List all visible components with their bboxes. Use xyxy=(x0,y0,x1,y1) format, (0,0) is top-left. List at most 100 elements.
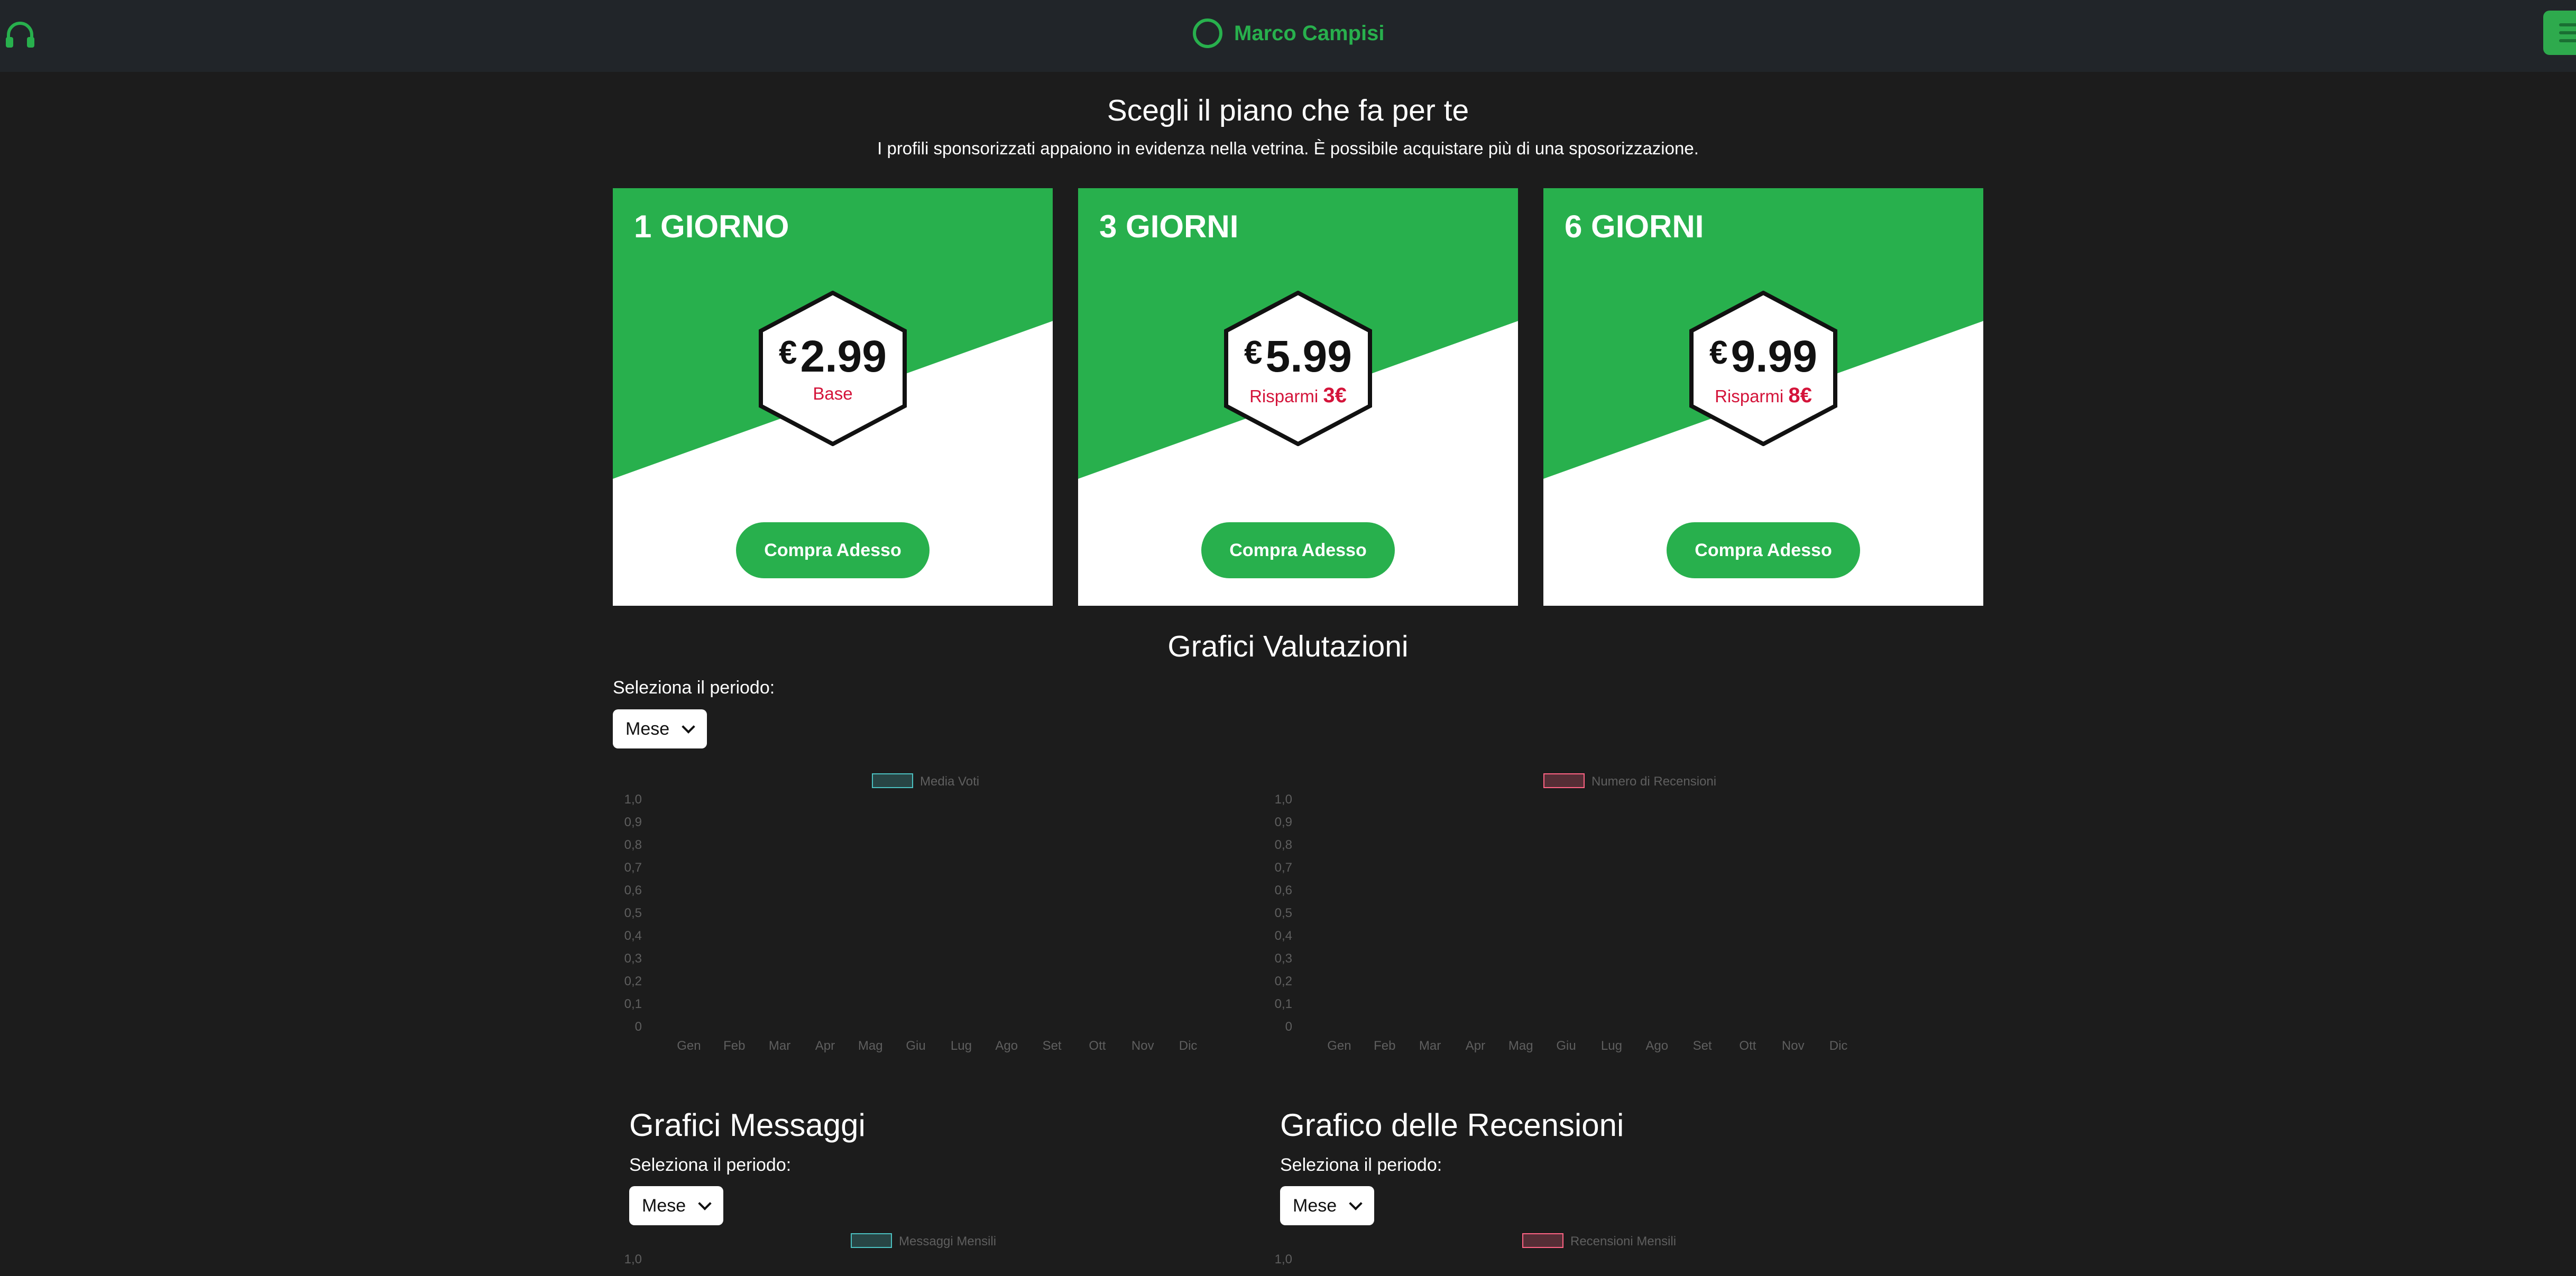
period-label: Seleziona il periodo: xyxy=(629,1155,792,1175)
legend-swatch[interactable] xyxy=(1522,1233,1563,1248)
x-tick-label: Giu xyxy=(906,1039,925,1053)
legend-label[interactable]: Numero di Recensioni xyxy=(1591,774,1716,789)
x-tick-label: Mag xyxy=(858,1039,883,1053)
price-note: Base xyxy=(759,384,907,404)
plans-title: Scegli il piano che fa per te xyxy=(1107,94,1469,127)
legend-swatch[interactable] xyxy=(1543,773,1585,788)
plan-price: €2.99 xyxy=(759,331,907,382)
plan-name: 1 GIORNO xyxy=(634,209,789,244)
price-value: 9.99 xyxy=(1731,331,1817,381)
y-tick-label: 0 xyxy=(1285,1020,1292,1034)
x-tick-label: Ago xyxy=(995,1039,1018,1053)
y-tick-label: 0,4 xyxy=(1275,929,1292,943)
y-tick-label: 1,0 xyxy=(624,1252,642,1266)
period-select[interactable]: Mese xyxy=(613,709,707,748)
plan-price: €5.99 xyxy=(1224,331,1372,382)
x-tick-label: Giu xyxy=(1556,1039,1576,1053)
y-tick-label: 1,0 xyxy=(1275,1252,1292,1266)
legend-label[interactable]: Messaggi Mensili xyxy=(899,1234,996,1249)
y-tick-label: 0,1 xyxy=(624,997,642,1011)
x-tick-label: Lug xyxy=(1601,1039,1622,1053)
menu-button[interactable] xyxy=(2543,11,2576,55)
brand-ring-icon xyxy=(1193,19,1222,48)
y-tick-label: 0,8 xyxy=(1275,838,1292,852)
reviews-title: Grafico delle Recensioni xyxy=(1280,1107,1624,1143)
x-tick-label: Gen xyxy=(1327,1039,1351,1053)
x-tick-label: Mag xyxy=(1508,1039,1533,1053)
y-tick-label: 0,9 xyxy=(1275,815,1292,829)
plan-card: 6 GIORNI €9.99 Risparmi 8€ Compra Adesso xyxy=(1543,188,1983,606)
ratings-average-chart: Media Voti 0 0,1 0,2 0,3 0,4 0,5 0,6 0,7 0,8 0,9 1,… xyxy=(624,773,1197,1053)
x-tick-label: Gen xyxy=(677,1039,701,1053)
period-label: Seleziona il periodo: xyxy=(613,678,775,698)
plan-card: 3 GIORNI €5.99 Risparmi 3€ Compra Adesso xyxy=(1078,188,1518,606)
y-tick-label: 0,3 xyxy=(624,951,642,966)
legend-swatch[interactable] xyxy=(872,773,913,788)
x-tick-label: Mar xyxy=(1419,1039,1441,1053)
period-select[interactable]: Mese xyxy=(1280,1186,1374,1225)
plan-name: 3 GIORNI xyxy=(1099,209,1239,244)
period-select[interactable]: Mese xyxy=(629,1186,723,1225)
x-tick-label: Set xyxy=(1693,1039,1712,1053)
ratings-title: Grafici Valutazioni xyxy=(1167,630,1409,663)
price-value: 2.99 xyxy=(800,331,887,381)
hamburger-icon-line xyxy=(2559,39,2576,42)
buy-now-button[interactable]: Compra Adesso xyxy=(1667,522,1860,578)
plan-card: 1 GIORNO €2.99 Base Compra Adesso xyxy=(613,188,1053,606)
price-value: 5.99 xyxy=(1265,331,1352,381)
y-tick-label: 1,0 xyxy=(1275,792,1292,807)
x-tick-label: Apr xyxy=(1466,1039,1485,1053)
buy-now-button[interactable]: Compra Adesso xyxy=(736,522,930,578)
x-tick-label: Dic xyxy=(1829,1039,1848,1053)
headset-icon[interactable] xyxy=(4,20,36,50)
y-tick-label: 0,7 xyxy=(1275,861,1292,875)
savings-amount: 8€ xyxy=(1788,384,1812,407)
chevron-down-icon xyxy=(1349,1197,1363,1210)
x-tick-label: Feb xyxy=(1374,1039,1395,1053)
period-select-value: Mese xyxy=(625,718,670,739)
x-tick-label: Lug xyxy=(951,1039,972,1053)
reviews-count-chart: Numero di Recensioni 0 0,1 0,2 0,3 0,4 0,5 0,6 0… xyxy=(1275,773,1848,1053)
messages-title: Grafici Messaggi xyxy=(629,1107,866,1143)
x-tick-label: Set xyxy=(1043,1039,1062,1053)
y-tick-label: 0,7 xyxy=(624,861,642,875)
x-tick-label: Feb xyxy=(723,1039,745,1053)
chevron-down-icon xyxy=(698,1197,712,1210)
y-tick-label: 0,9 xyxy=(624,815,642,829)
y-tick-label: 0,1 xyxy=(1275,997,1292,1011)
x-tick-label: Nov xyxy=(1131,1039,1154,1053)
price-note: Risparmi 8€ xyxy=(1689,384,1837,408)
y-tick-label: 0,2 xyxy=(624,974,642,988)
plan-name: 6 GIORNI xyxy=(1565,209,1704,244)
savings-amount: 3€ xyxy=(1323,384,1347,407)
legend-label[interactable]: Media Voti xyxy=(920,774,979,789)
brand-logo[interactable]: Marco Campisi xyxy=(1193,15,1385,52)
buy-now-button[interactable]: Compra Adesso xyxy=(1201,522,1395,578)
price-note: Risparmi 3€ xyxy=(1224,384,1372,408)
price-note-text: Risparmi xyxy=(1715,386,1784,406)
hamburger-icon-line xyxy=(2559,31,2576,34)
y-tick-label: 0,8 xyxy=(624,838,642,852)
currency-symbol: € xyxy=(779,335,797,371)
x-tick-label: Apr xyxy=(815,1039,835,1053)
currency-symbol: € xyxy=(1244,335,1263,371)
y-tick-label: 0,5 xyxy=(1275,906,1292,920)
y-tick-label: 0,4 xyxy=(624,929,642,943)
hamburger-icon xyxy=(2559,23,2576,26)
y-tick-label: 0,2 xyxy=(1275,974,1292,988)
x-tick-label: Nov xyxy=(1782,1039,1805,1053)
legend-swatch[interactable] xyxy=(851,1233,892,1248)
price-note-text: Base xyxy=(813,384,853,403)
price-note-text: Risparmi xyxy=(1249,386,1319,406)
y-tick-label: 0,6 xyxy=(624,883,642,898)
legend-label[interactable]: Recensioni Mensili xyxy=(1570,1234,1676,1249)
monthly-messages-chart: Messaggi Mensili 1,0 xyxy=(624,1233,996,1266)
x-tick-label: Ago xyxy=(1645,1039,1668,1053)
y-tick-label: 0,6 xyxy=(1275,883,1292,898)
period-select-value: Mese xyxy=(642,1195,686,1216)
x-tick-label: Ott xyxy=(1739,1039,1756,1053)
top-navbar: Marco Campisi xyxy=(0,0,2576,72)
monthly-reviews-chart: Recensioni Mensili 1,0 xyxy=(1275,1233,1676,1266)
plan-price: €9.99 xyxy=(1689,331,1837,382)
period-select-value: Mese xyxy=(1293,1195,1337,1216)
